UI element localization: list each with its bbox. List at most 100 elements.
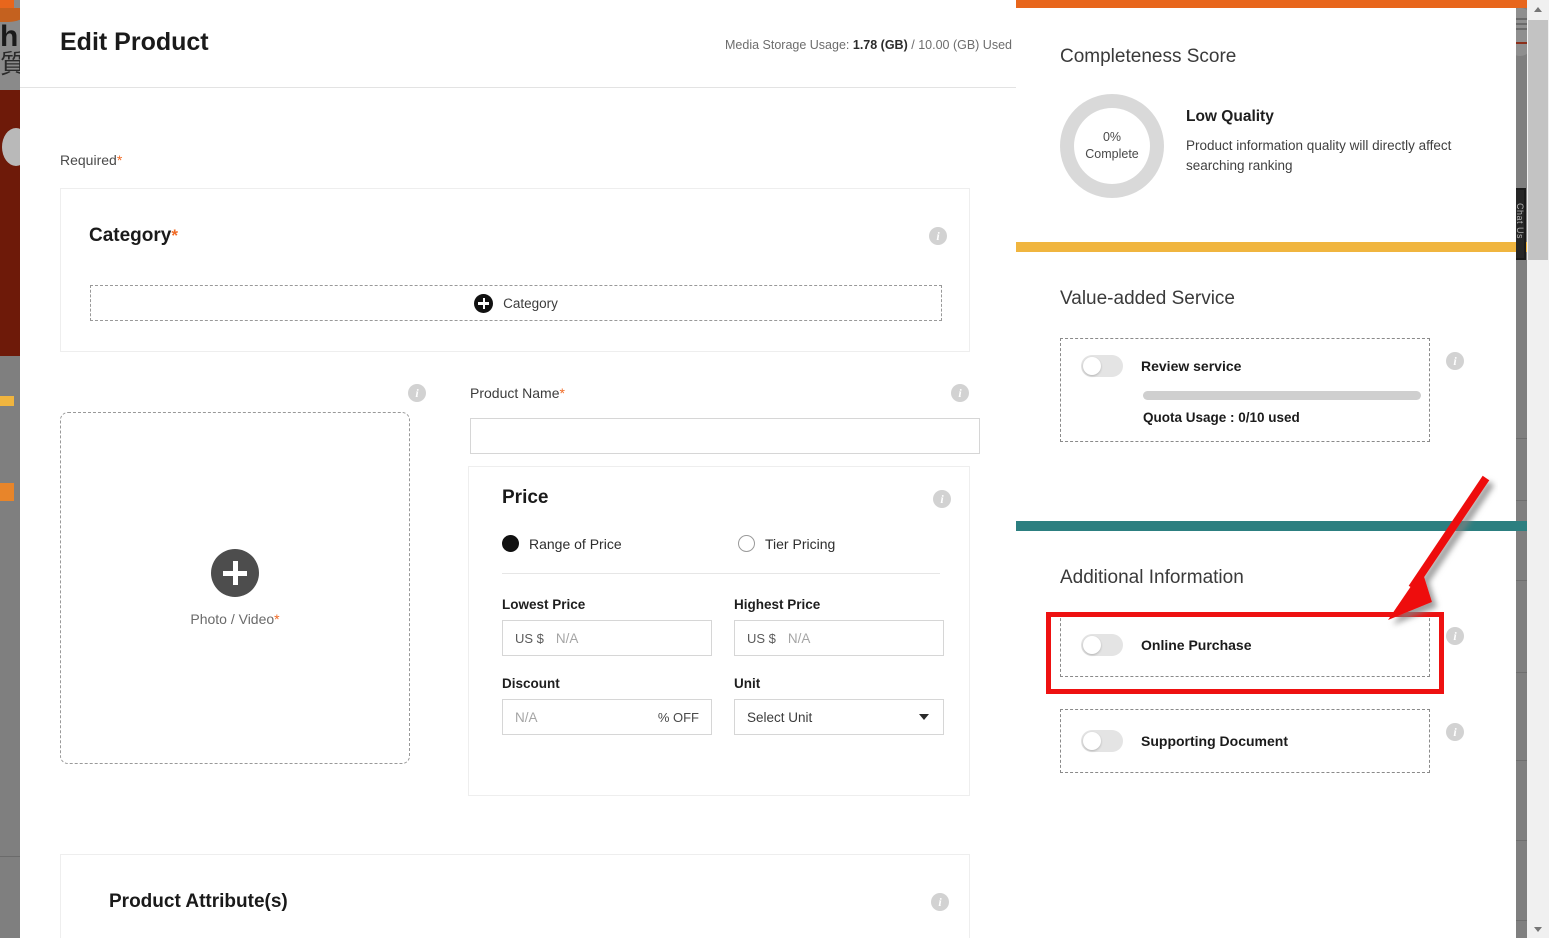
photo-video-asterisk: * — [274, 611, 280, 627]
review-service-wrapper: Review service Quota Usage : 0/10 used i — [1060, 338, 1472, 442]
supporting-document-wrapper: Supporting Document i — [1060, 709, 1472, 773]
product-attributes-title: Product Attribute(s) — [109, 891, 288, 912]
category-title: Category* — [89, 225, 178, 247]
required-legend: Required* — [60, 152, 122, 168]
info-icon[interactable]: i — [408, 384, 426, 402]
quota-usage-text: Quota Usage : 0/10 used — [1143, 410, 1300, 425]
currency-prefix: US $ — [747, 630, 776, 646]
radio-selected-icon — [502, 535, 519, 552]
review-service-label: Review service — [1141, 358, 1242, 374]
highest-price-input[interactable]: US $ N/A — [734, 620, 944, 656]
review-service-row: Review service — [1081, 355, 1411, 377]
value-added-service-title: Value-added Service — [1060, 288, 1235, 309]
highest-price-placeholder: N/A — [787, 630, 811, 646]
plus-circle-icon — [474, 293, 494, 313]
chat-us-label: Chat Us — [1515, 202, 1525, 239]
unit-select[interactable]: Select Unit — [734, 699, 944, 735]
lowest-price-input[interactable]: US $ N/A — [502, 620, 712, 656]
currency-prefix: US $ — [515, 630, 544, 646]
completeness-donut-value: 0% Complete — [1074, 108, 1150, 184]
info-icon[interactable]: i — [1446, 352, 1464, 370]
background-yellow-strip-left — [0, 396, 14, 406]
scroll-up-arrow-icon[interactable] — [1527, 0, 1549, 18]
lowest-price-placeholder: N/A — [555, 630, 579, 646]
required-asterisk: * — [116, 152, 123, 168]
product-name-label: Product Name* — [470, 385, 565, 401]
storage-prefix: Media Storage Usage: — [725, 38, 850, 52]
unit-label: Unit — [734, 676, 761, 691]
chevron-down-icon — [919, 714, 929, 720]
page-title: Edit Product — [60, 28, 209, 56]
panel-header: Edit Product Media Storage Usage: 1.78 (… — [20, 0, 1020, 88]
edit-product-panel: Edit Product Media Storage Usage: 1.78 (… — [20, 0, 1020, 938]
highest-price-label: Highest Price — [734, 597, 821, 612]
photo-video-label-text: Photo / Video — [190, 611, 275, 627]
category-card: Category* i Category — [60, 188, 970, 352]
side-panel: Completeness Score 0% Complete Low Quali… — [1016, 0, 1516, 938]
supporting-document-label: Supporting Document — [1141, 733, 1288, 749]
info-icon[interactable]: i — [1446, 723, 1464, 741]
price-title: Price — [502, 487, 549, 508]
review-service-box: Review service Quota Usage : 0/10 used — [1060, 338, 1430, 442]
info-icon[interactable]: i — [931, 893, 949, 911]
completeness-percent: 0% — [1102, 130, 1122, 145]
category-picker-button[interactable]: Category — [90, 285, 942, 321]
price-divider — [502, 573, 940, 574]
media-storage-usage: Media Storage Usage: 1.78 (GB) / 10.00 (… — [725, 38, 1012, 52]
photo-video-upload-area[interactable]: Photo / Video* — [60, 412, 410, 764]
price-card: Price i Range of Price Tier Pricing Lowe… — [468, 466, 970, 796]
unit-field: Unit Select Unit — [734, 676, 944, 735]
completeness-caption: Complete — [1085, 147, 1139, 161]
scrollbar-thumb[interactable] — [1528, 20, 1548, 260]
info-icon[interactable]: i — [929, 227, 947, 245]
lowest-price-label: Lowest Price — [502, 597, 586, 612]
product-name-label-text: Product Name — [470, 385, 560, 401]
screen: h 質 Chat Us Edit Product Media Storage U… — [0, 0, 1549, 938]
product-name-input[interactable] — [470, 418, 980, 454]
plus-circle-icon — [211, 549, 259, 597]
background-orange-tab — [0, 483, 14, 501]
percent-off-suffix: % OFF — [657, 709, 699, 725]
quota-progress-bar — [1143, 391, 1421, 400]
completeness-donut-chart: 0% Complete — [1060, 94, 1164, 198]
radio-tier-pricing-label: Tier Pricing — [765, 535, 836, 552]
radio-range-of-price[interactable]: Range of Price — [502, 535, 738, 552]
radio-tier-pricing[interactable]: Tier Pricing — [738, 535, 835, 552]
discount-input[interactable]: N/A % OFF — [502, 699, 712, 735]
category-title-text: Category — [89, 225, 172, 246]
review-service-toggle[interactable] — [1081, 355, 1123, 377]
completeness-score-title: Completeness Score — [1060, 46, 1237, 67]
radio-unselected-icon — [738, 535, 755, 552]
panel-top-bar — [1016, 0, 1516, 8]
highest-price-field: Highest Price US $ N/A — [734, 597, 944, 656]
price-fields-grid: Lowest Price US $ N/A Highest Price US $… — [502, 597, 944, 755]
annotation-arrow-icon — [1378, 470, 1498, 630]
category-asterisk: * — [171, 226, 178, 245]
photo-video-label: Photo / Video* — [190, 611, 279, 627]
category-picker-label: Category — [503, 295, 558, 311]
discount-field: Discount N/A % OFF — [502, 676, 712, 735]
completeness-score-text: Low Quality Product information quality … — [1186, 94, 1472, 175]
discount-placeholder: N/A — [515, 709, 538, 725]
price-fields-row-1: Lowest Price US $ N/A Highest Price US $… — [502, 597, 944, 656]
storage-used: 1.78 (GB) — [852, 38, 908, 52]
quality-description: Product information quality will directl… — [1186, 138, 1452, 173]
supporting-document-toggle[interactable] — [1081, 730, 1123, 752]
info-icon[interactable]: i — [951, 384, 969, 402]
radio-range-of-price-label: Range of Price — [529, 535, 622, 552]
background-logo-letter: h — [0, 20, 19, 53]
info-icon[interactable]: i — [933, 490, 951, 508]
completeness-score-section: Completeness Score 0% Complete Low Quali… — [1016, 8, 1516, 242]
storage-total: / 10.00 (GB) Used — [911, 38, 1012, 52]
unit-selected-value: Select Unit — [747, 709, 813, 725]
supporting-document-box: Supporting Document — [1060, 709, 1430, 773]
panel-divider-yellow — [1016, 242, 1516, 252]
price-fields-row-2: Discount N/A % OFF Unit Select Unit — [502, 676, 944, 735]
product-attributes-card: Product Attribute(s) i — [60, 854, 970, 938]
supporting-document-row: Supporting Document — [1081, 730, 1409, 752]
completeness-score-row: 0% Complete Low Quality Product informat… — [1060, 94, 1472, 198]
price-type-radio-group: Range of Price Tier Pricing — [502, 535, 942, 552]
window-scrollbar[interactable] — [1527, 0, 1549, 938]
quality-label: Low Quality — [1186, 108, 1274, 125]
scroll-down-arrow-icon[interactable] — [1527, 920, 1549, 938]
